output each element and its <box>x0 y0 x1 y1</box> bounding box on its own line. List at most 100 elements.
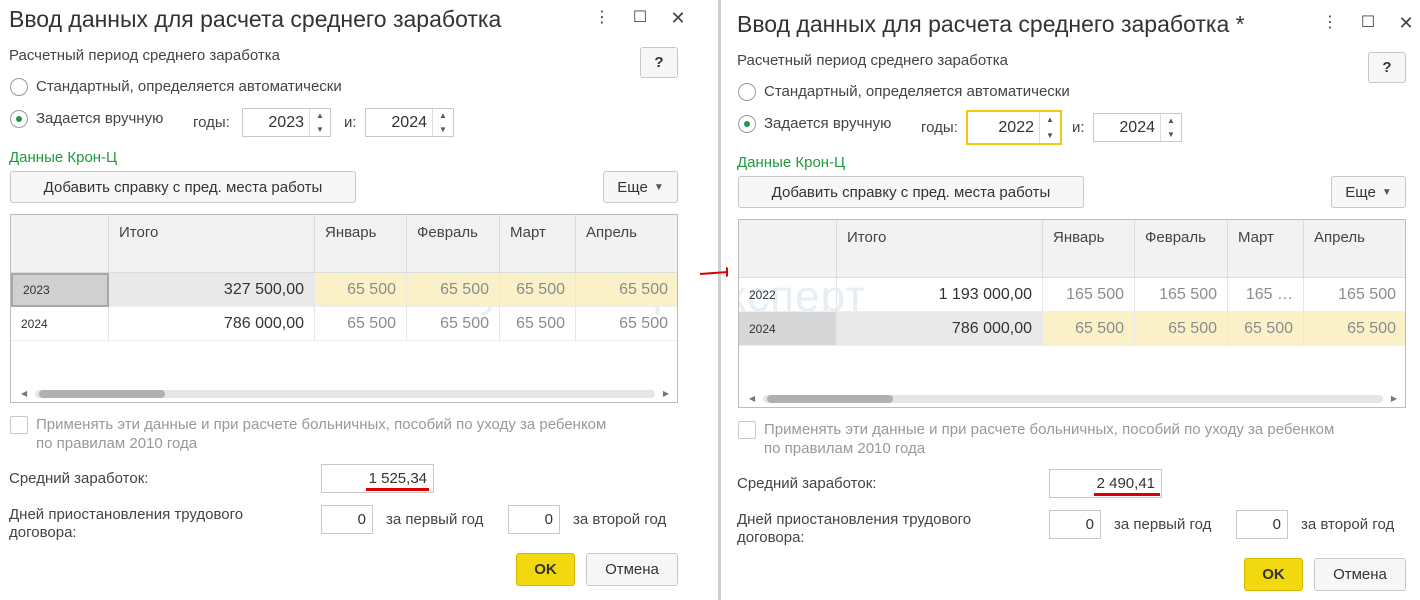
year-to-value: 2024 <box>1119 118 1155 136</box>
table-header-apr: Апрель <box>1304 220 1405 278</box>
year-to-stepper[interactable]: 2024 ▲ ▼ <box>1093 113 1182 142</box>
window-separator <box>718 0 721 600</box>
earnings-table: БухЭксперт Итого Январь Февраль Март Апр… <box>10 214 678 403</box>
days-second-year-field[interactable]: 0 <box>1236 510 1288 539</box>
kron-data-link[interactable]: Данные Крон-Ц <box>9 149 117 166</box>
spin-up-icon[interactable]: ▲ <box>310 109 330 123</box>
more-vertical-icon[interactable]: ⋮ <box>1320 14 1340 34</box>
help-button[interactable]: ? <box>1368 52 1406 83</box>
table-cell-total[interactable]: 786 000,00 <box>109 307 315 341</box>
spin-down-icon[interactable]: ▼ <box>1161 128 1181 142</box>
table-header-feb: Февраль <box>1135 220 1228 278</box>
radio-standard[interactable] <box>738 83 756 101</box>
table-cell-jan[interactable]: 165 500 <box>1043 278 1135 312</box>
add-certificate-button[interactable]: Добавить справку с пред. места работы <box>738 176 1084 208</box>
table-cell-year[interactable]: 2022 <box>739 278 837 312</box>
close-icon[interactable]: ✕ <box>668 9 688 29</box>
ok-button[interactable]: OK <box>516 553 575 586</box>
avg-earnings-highlight <box>1094 493 1160 496</box>
table-cell-total[interactable]: 786 000,00 <box>837 312 1043 346</box>
years-label: годы: <box>193 114 230 131</box>
more-vertical-icon[interactable]: ⋮ <box>592 9 612 29</box>
apply-2010-checkbox[interactable] <box>10 416 28 434</box>
ok-button[interactable]: OK <box>1244 558 1303 591</box>
scroll-left-icon[interactable]: ◀ <box>21 388 27 400</box>
cancel-button[interactable]: Отмена <box>1314 558 1406 591</box>
table-cell-jan[interactable]: 65 500 <box>315 307 407 341</box>
apply-2010-checkbox[interactable] <box>738 421 756 439</box>
scroll-right-icon[interactable]: ▶ <box>663 388 669 400</box>
more-button[interactable]: Еще ▼ <box>1331 176 1406 208</box>
table-header-jan: Январь <box>315 215 407 273</box>
and-label: и: <box>1072 119 1085 136</box>
year-from-stepper[interactable]: 2023 ▲ ▼ <box>242 108 331 137</box>
cancel-button[interactable]: Отмена <box>586 553 678 586</box>
table-cell-jan[interactable]: 65 500 <box>315 273 407 307</box>
radio-selected-dot <box>744 121 750 127</box>
years-label: годы: <box>921 119 958 136</box>
radio-manual-label: Задается вручную <box>36 110 164 127</box>
earnings-table: БухЭксперт Итого Январь Февраль Март Апр… <box>738 219 1406 408</box>
suspension-days-label-line1: Дней приостановления трудового <box>9 506 244 523</box>
table-cell-jan[interactable]: 65 500 <box>1043 312 1135 346</box>
suspension-days-label-line1: Дней приостановления трудового <box>737 511 972 528</box>
help-button[interactable]: ? <box>640 47 678 78</box>
maximize-icon[interactable]: ☐ <box>630 9 650 29</box>
days-second-year-field[interactable]: 0 <box>508 505 560 534</box>
table-cell-total[interactable]: 1 193 000,00 <box>837 278 1043 312</box>
year-from-stepper[interactable]: 2022 ▲ ▼ <box>966 110 1062 145</box>
spin-down-icon[interactable]: ▼ <box>433 123 453 137</box>
table-header-total: Итого <box>109 215 315 273</box>
spin-down-icon[interactable]: ▼ <box>310 123 330 137</box>
table-cell-total[interactable]: 327 500,00 <box>109 273 315 307</box>
suspension-days-label-line2: договора: <box>737 529 805 546</box>
more-button[interactable]: Еще ▼ <box>603 171 678 203</box>
maximize-icon[interactable]: ☐ <box>1358 14 1378 34</box>
radio-standard[interactable] <box>10 78 28 96</box>
and-label: и: <box>344 114 357 131</box>
table-cell-feb[interactable]: 165 500 <box>1135 278 1228 312</box>
days-first-year-field[interactable]: 0 <box>321 505 373 534</box>
table-cell-apr[interactable]: 65 500 <box>576 307 677 341</box>
spin-up-icon[interactable]: ▲ <box>433 109 453 123</box>
table-cell-year[interactable]: 2024 <box>739 312 837 346</box>
table-cell-feb[interactable]: 65 500 <box>407 273 500 307</box>
radio-standard-label: Стандартный, определяется автоматически <box>764 83 1070 100</box>
table-header-feb: Февраль <box>407 215 500 273</box>
table-cell-mar[interactable]: 65 500 <box>500 307 576 341</box>
avg-earnings-label: Средний заработок: <box>737 475 877 492</box>
radio-manual[interactable] <box>738 115 756 133</box>
spin-up-icon[interactable]: ▲ <box>1040 112 1060 128</box>
table-cell-apr[interactable]: 65 500 <box>576 273 677 307</box>
table-horizontal-scrollbar[interactable]: ◀ ▶ <box>21 388 669 400</box>
table-cell-mar[interactable]: 65 500 <box>1228 312 1304 346</box>
add-certificate-button[interactable]: Добавить справку с пред. места работы <box>10 171 356 203</box>
days-first-year-field[interactable]: 0 <box>1049 510 1101 539</box>
table-horizontal-scrollbar[interactable]: ◀ ▶ <box>749 393 1397 405</box>
close-icon[interactable]: ✕ <box>1396 14 1416 34</box>
table-cell-feb[interactable]: 65 500 <box>407 307 500 341</box>
year-to-value: 2024 <box>391 113 427 131</box>
radio-manual[interactable] <box>10 110 28 128</box>
avg-earnings-highlight <box>366 488 429 491</box>
table-cell-feb[interactable]: 65 500 <box>1135 312 1228 346</box>
table-cell-year[interactable]: 2023 <box>11 273 109 307</box>
radio-selected-dot <box>16 116 22 122</box>
dialog-after: Ввод данных для расчета среднего заработ… <box>728 0 1420 600</box>
scrollbar-thumb[interactable] <box>767 395 893 403</box>
apply-2010-label-line1: Применять эти данные и при расчете больн… <box>764 421 1335 438</box>
table-cell-mar[interactable]: 65 500 <box>500 273 576 307</box>
table-cell-mar[interactable]: 165 … <box>1228 278 1304 312</box>
scroll-left-icon[interactable]: ◀ <box>749 393 755 405</box>
apply-2010-label-line1: Применять эти данные и при расчете больн… <box>36 416 607 433</box>
spin-down-icon[interactable]: ▼ <box>1040 128 1060 144</box>
kron-data-link[interactable]: Данные Крон-Ц <box>737 154 845 171</box>
table-cell-year[interactable]: 2024 <box>11 307 109 341</box>
second-year-label: за второй год <box>1301 516 1395 533</box>
scroll-right-icon[interactable]: ▶ <box>1391 393 1397 405</box>
table-cell-apr[interactable]: 165 500 <box>1304 278 1405 312</box>
scrollbar-thumb[interactable] <box>39 390 165 398</box>
year-to-stepper[interactable]: 2024 ▲ ▼ <box>365 108 454 137</box>
table-cell-apr[interactable]: 65 500 <box>1304 312 1405 346</box>
spin-up-icon[interactable]: ▲ <box>1161 114 1181 128</box>
